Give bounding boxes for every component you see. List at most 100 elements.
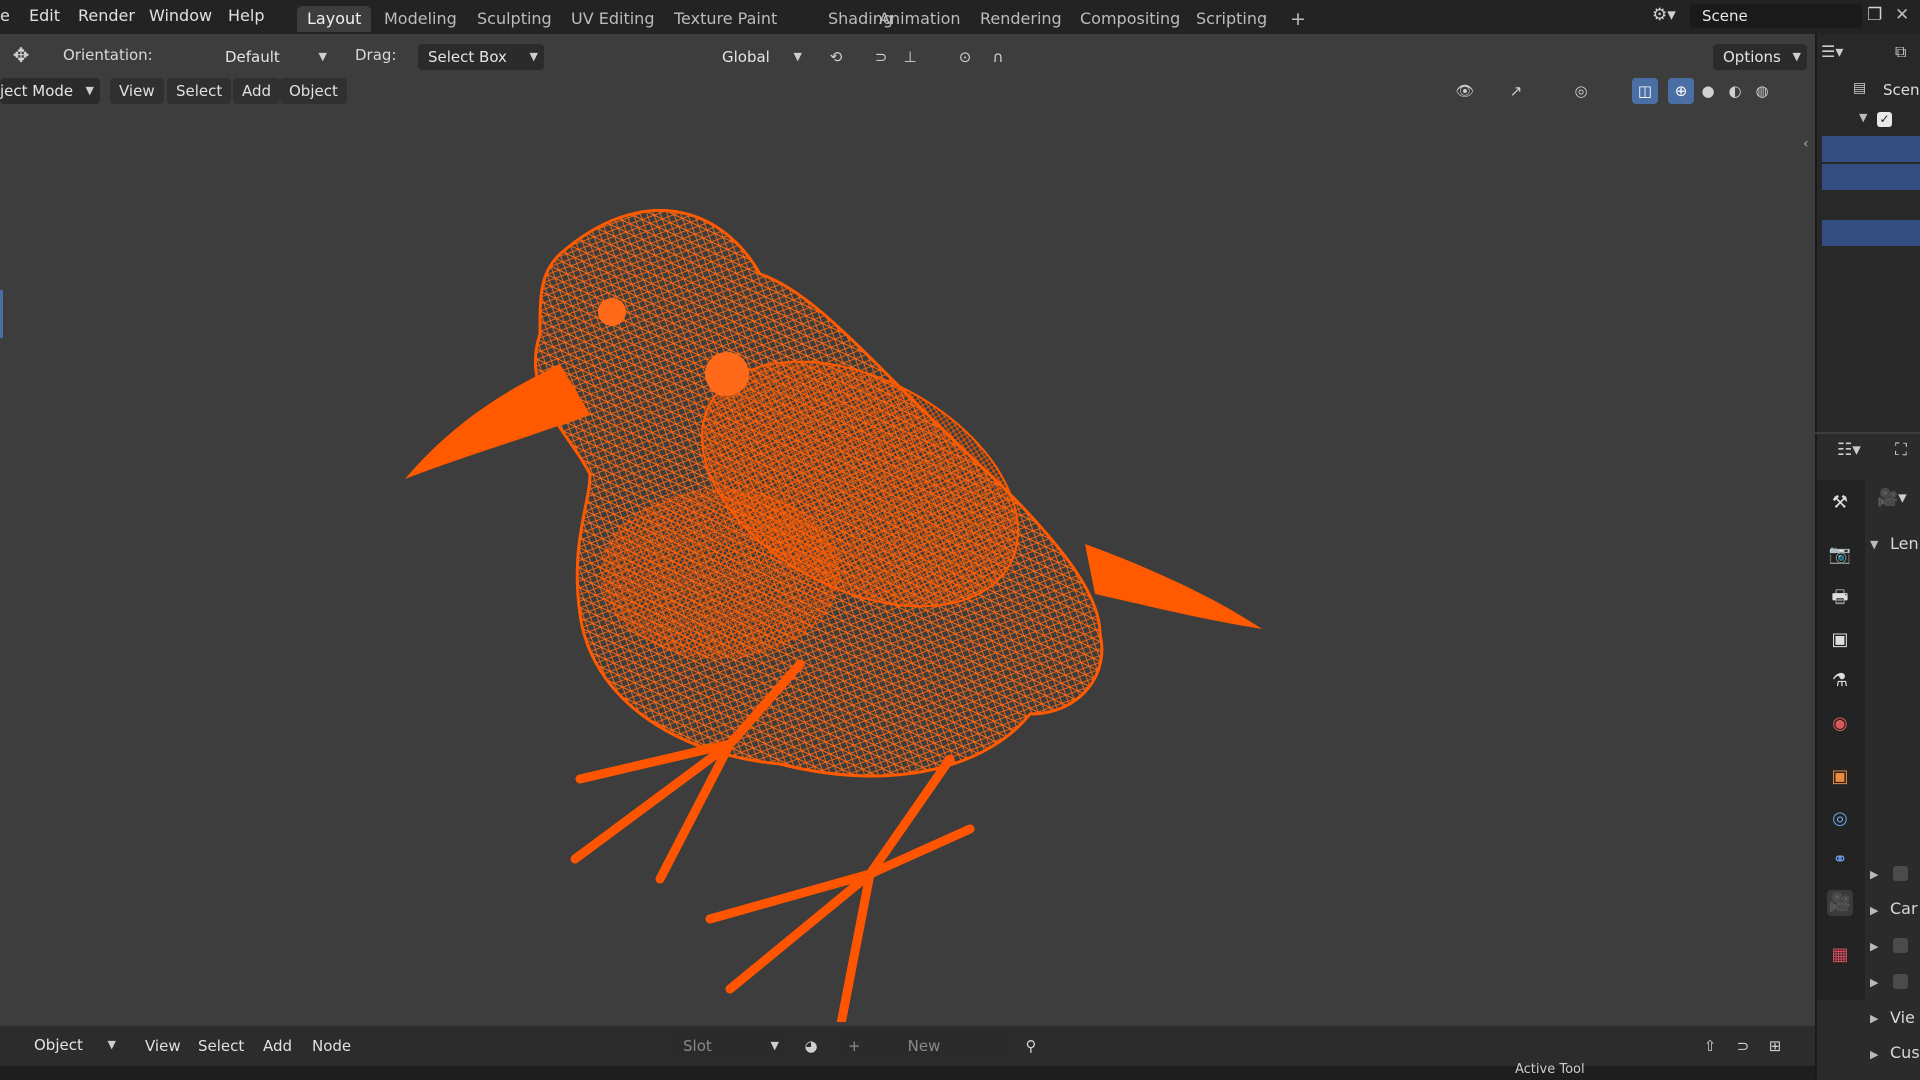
object-tab-icon[interactable]: ▣ (1827, 764, 1853, 790)
menu-help[interactable]: Help (228, 6, 264, 25)
camera-data-tab-icon[interactable]: 🎥 (1827, 890, 1853, 916)
status-strip: Active Tool (0, 1062, 1920, 1080)
3d-viewport[interactable]: ject Mode ▼ View Select Add Object 👁 ↗ ◎ … (0, 74, 1815, 1022)
properties-editor-type-icon[interactable]: ☷▾ (1837, 440, 1861, 460)
chevron-down-icon: ▼ (318, 50, 327, 63)
texture-tab-icon[interactable]: ▦ (1827, 942, 1853, 968)
world-tab-icon[interactable]: ◉ (1827, 711, 1853, 737)
custom-properties-section-label[interactable]: Cus (1890, 1043, 1920, 1062)
outliner-panel: ☰▾ ⧉ ▤ Scene ▼ ✓ (1815, 34, 1920, 432)
collapse-triangle-icon[interactable]: ▶ (1870, 940, 1878, 953)
view-layer-tab-icon[interactable]: ▣ (1827, 627, 1853, 653)
tool-tab-icon[interactable]: ⚒ (1827, 490, 1853, 516)
parent-node-icon[interactable]: ⇧ (1697, 1033, 1723, 1059)
options-dropdown[interactable]: Options ▼ (1713, 44, 1807, 70)
new-scene-icon[interactable]: ❐ (1867, 5, 1882, 25)
tab-sculpting[interactable]: Sculpting (467, 6, 562, 32)
menu-window[interactable]: Window (149, 6, 212, 25)
scene-selector-icon[interactable]: ⚙▾ (1652, 5, 1676, 25)
outliner-row-selected-4[interactable] (1822, 220, 1920, 246)
node-select-menu[interactable]: Select (189, 1033, 253, 1059)
bird-breast (600, 489, 840, 659)
tab-uv-editing[interactable]: UV Editing (561, 6, 664, 32)
outliner-row-selected-2[interactable] (1822, 164, 1920, 190)
tab-layout[interactable]: Layout (297, 6, 372, 32)
expand-triangle-icon[interactable]: ▼ (1870, 538, 1878, 551)
snap-icon[interactable]: ⊃ (868, 44, 894, 70)
chevron-down-icon: ▼ (107, 1038, 116, 1051)
new-material-button[interactable]: + New (840, 1033, 1008, 1059)
render-tab-icon[interactable]: 📷 (1827, 542, 1853, 568)
scene-name: Scene (1702, 7, 1748, 25)
collapse-triangle-icon[interactable]: ▶ (1870, 1012, 1878, 1025)
pin-icon[interactable]: ⚲ (1018, 1033, 1044, 1059)
scene-name-field[interactable]: Scene (1690, 4, 1862, 28)
collapse-triangle-icon[interactable]: ▶ (1870, 976, 1878, 989)
output-tab-icon[interactable]: 🖶 (1827, 585, 1853, 611)
tab-scripting[interactable]: Scripting (1186, 6, 1277, 32)
chevron-down-icon: ▼ (1792, 50, 1801, 63)
tab-modeling[interactable]: Modeling (374, 6, 467, 32)
menu-edit[interactable]: Edit (29, 6, 60, 25)
drag-value: Select Box (428, 48, 507, 66)
remove-scene-icon[interactable]: ✕ (1895, 5, 1909, 25)
node-add-menu[interactable]: Add (254, 1033, 301, 1059)
node-menu[interactable]: Node (303, 1033, 360, 1059)
top-menu-bar: e Edit Render Window Help Layout Modelin… (0, 0, 1920, 34)
constraints-tab-icon[interactable]: ⚭ (1827, 847, 1853, 873)
drag-label: Drag: (355, 46, 397, 64)
drag-dropdown[interactable]: Select Box ▼ (418, 44, 544, 70)
orientation-dropdown[interactable]: Default ▼ (195, 44, 333, 70)
menu-file[interactable]: e (0, 6, 10, 25)
scene-tab-icon[interactable]: ⚗ (1827, 668, 1853, 694)
node-snap-target-icon[interactable]: ⊞ (1762, 1033, 1788, 1059)
outliner-filter-icon[interactable]: ⧉ (1895, 42, 1906, 62)
transform-tool-icon[interactable]: ✥ (8, 42, 34, 68)
section-checkbox-2[interactable] (1893, 938, 1908, 953)
orientation-value: Default (225, 48, 280, 66)
bird-eye-left (598, 298, 626, 326)
lens-section-label[interactable]: Len (1890, 534, 1919, 553)
slot-value: Slot (683, 1037, 712, 1055)
outliner-display-mode-icon[interactable]: ☰▾ (1821, 42, 1843, 61)
tab-texture-paint[interactable]: Texture Paint (664, 6, 787, 32)
bird-tail (1085, 544, 1262, 629)
pivot-point-icon[interactable]: ⟲ (823, 44, 849, 70)
add-workspace-icon[interactable]: + (1280, 6, 1316, 32)
options-label: Options (1723, 48, 1781, 66)
tab-animation[interactable]: Animation (869, 6, 971, 32)
section-checkbox-3[interactable] (1893, 974, 1908, 989)
slot-dropdown[interactable]: Slot ▼ (673, 1033, 785, 1059)
section-checkbox-1[interactable] (1893, 866, 1908, 881)
collapse-triangle-icon[interactable]: ▶ (1870, 904, 1878, 917)
bird-wireframe-mesh[interactable] (0, 74, 1815, 1022)
bird-beak (405, 364, 590, 479)
editor-type-dropdown[interactable]: Object ▼ (4, 1032, 122, 1058)
falloff-icon[interactable]: ∩ (985, 44, 1011, 70)
collapse-triangle-icon[interactable]: ▶ (1870, 868, 1878, 881)
transform-orientation-dropdown[interactable]: Global ▼ (698, 44, 808, 70)
chevron-down-icon: ▼ (770, 1039, 779, 1052)
material-browse-icon[interactable]: ◕ (798, 1033, 824, 1059)
menu-render[interactable]: Render (78, 6, 135, 25)
physics-tab-icon[interactable]: ◎ (1827, 806, 1853, 832)
tab-compositing[interactable]: Compositing (1070, 6, 1190, 32)
shader-editor-header: Object ▼ View Select Add Node Slot ▼ ◕ + N… (0, 1026, 1815, 1066)
node-view-menu[interactable]: View (136, 1033, 190, 1059)
collapse-triangle-icon[interactable]: ▶ (1870, 1048, 1878, 1061)
outliner-row-selected-1[interactable] (1822, 136, 1920, 162)
camera-data-icon: 🎥▾ (1877, 488, 1907, 508)
outliner-row-3[interactable] (1822, 192, 1920, 218)
active-tool-label: Active Tool (1515, 1062, 1585, 1077)
expand-triangle-icon[interactable]: ▼ (1859, 111, 1867, 124)
viewport-display-section-label[interactable]: Vie (1890, 1008, 1915, 1027)
tab-rendering[interactable]: Rendering (970, 6, 1072, 32)
chevron-down-icon: ▼ (529, 50, 538, 63)
node-snap-icon[interactable]: ⊃ (1730, 1033, 1756, 1059)
snap-target-icon[interactable]: ⊥ (897, 44, 923, 70)
camera-section-label[interactable]: Car (1890, 899, 1918, 918)
new-material-label: New (907, 1037, 941, 1055)
properties-maximize-icon[interactable]: ⛶ (1895, 440, 1907, 460)
collection-checkbox[interactable]: ✓ (1877, 112, 1892, 127)
proportional-editing-icon[interactable]: ⊙ (952, 44, 978, 70)
